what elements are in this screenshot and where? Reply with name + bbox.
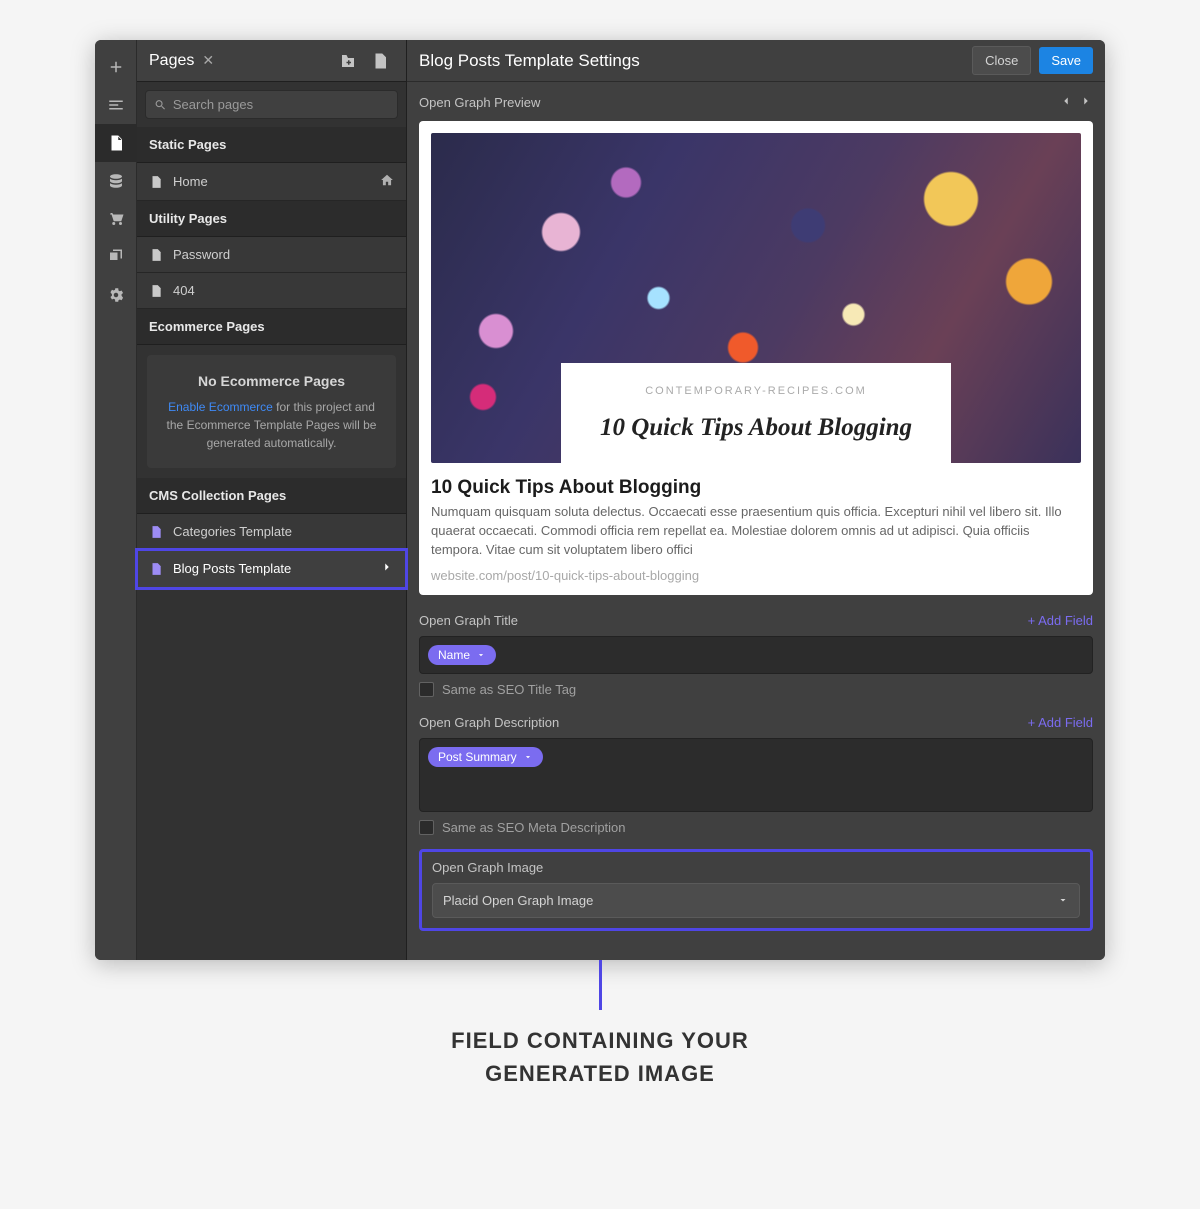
checkbox-icon[interactable] xyxy=(419,682,434,697)
chevron-right-icon xyxy=(380,560,394,577)
enable-ecommerce-link[interactable]: Enable Ecommerce xyxy=(168,400,273,414)
og-title-input[interactable]: Name xyxy=(419,636,1093,674)
app-window: Pages ✕ Static Pages Home Utility Pages … xyxy=(95,40,1105,960)
page-icon xyxy=(149,284,165,298)
og-preview-label: Open Graph Preview xyxy=(419,94,1093,111)
page-icon xyxy=(149,175,165,189)
og-image-field: Open Graph Image Placid Open Graph Image xyxy=(419,849,1093,931)
search-icon xyxy=(154,98,167,112)
page-label: 404 xyxy=(173,283,195,298)
og-description-input[interactable]: Post Summary xyxy=(419,738,1093,812)
og-title-field: Open Graph Title + Add Field Name Same a… xyxy=(419,613,1093,697)
page-label: Categories Template xyxy=(173,524,292,539)
close-button[interactable]: Close xyxy=(972,46,1031,75)
main-body: Open Graph Preview CONTEMPORARY-RECIPES.… xyxy=(407,82,1105,943)
icon-rail xyxy=(95,40,137,960)
og-description-label: Open Graph Description xyxy=(419,715,559,730)
search-input[interactable] xyxy=(173,97,389,112)
checkbox-icon[interactable] xyxy=(419,820,434,835)
page-404[interactable]: 404 xyxy=(137,273,406,309)
new-page-icon[interactable] xyxy=(366,47,394,75)
chevron-down-icon xyxy=(523,752,533,762)
page-password[interactable]: Password xyxy=(137,237,406,273)
rail-navigator-icon[interactable] xyxy=(95,86,137,124)
cms-page-icon xyxy=(149,562,165,576)
og-description-chip[interactable]: Post Summary xyxy=(428,747,543,767)
section-static: Static Pages xyxy=(137,127,406,163)
og-title-label: Open Graph Title xyxy=(419,613,518,628)
rail-database-icon[interactable] xyxy=(95,162,137,200)
og-description-field: Open Graph Description + Add Field Post … xyxy=(419,715,1093,835)
chevron-down-icon xyxy=(1057,894,1069,906)
rail-assets-icon[interactable] xyxy=(95,238,137,276)
page-icon xyxy=(149,248,165,262)
page-label: Password xyxy=(173,247,230,262)
rail-settings-icon[interactable] xyxy=(95,276,137,314)
prev-icon[interactable] xyxy=(1059,94,1073,111)
og-preview-url: website.com/post/10-quick-tips-about-blo… xyxy=(431,568,1081,583)
sidebar-header: Pages ✕ xyxy=(137,40,406,82)
ecommerce-empty: No Ecommerce Pages Enable Ecommerce for … xyxy=(147,355,396,468)
og-preview-card: CONTEMPORARY-RECIPES.COM 10 Quick Tips A… xyxy=(419,121,1093,595)
page-label: Blog Posts Template xyxy=(173,561,291,576)
close-icon[interactable]: ✕ xyxy=(202,52,214,69)
page-label: Home xyxy=(173,174,208,189)
pages-sidebar: Pages ✕ Static Pages Home Utility Pages … xyxy=(137,40,407,960)
chevron-down-icon xyxy=(476,650,486,660)
og-title-add-field[interactable]: + Add Field xyxy=(1028,613,1093,628)
rail-add-icon[interactable] xyxy=(95,48,137,86)
home-icon xyxy=(380,173,394,190)
sidebar-title: Pages xyxy=(149,52,194,70)
section-ecommerce: Ecommerce Pages xyxy=(137,309,406,345)
ecommerce-empty-title: No Ecommerce Pages xyxy=(159,371,384,392)
page-categories-template[interactable]: Categories Template xyxy=(137,514,406,550)
callout-text: FIELD CONTAINING YOUR GENERATED IMAGE xyxy=(95,1024,1105,1090)
og-title-same-as-seo[interactable]: Same as SEO Title Tag xyxy=(419,682,1093,697)
new-folder-icon[interactable] xyxy=(334,47,362,75)
save-button[interactable]: Save xyxy=(1039,47,1093,74)
callout: FIELD CONTAINING YOUR GENERATED IMAGE xyxy=(95,960,1105,1090)
og-preview-title: 10 Quick Tips About Blogging xyxy=(431,477,1081,499)
search-pages[interactable] xyxy=(145,90,398,119)
page-blog-posts-template[interactable]: Blog Posts Template xyxy=(137,550,406,588)
cms-page-icon xyxy=(149,525,165,539)
main-header: Blog Posts Template Settings Close Save xyxy=(407,40,1105,82)
og-title-chip[interactable]: Name xyxy=(428,645,496,665)
og-preview-inset: CONTEMPORARY-RECIPES.COM 10 Quick Tips A… xyxy=(561,363,951,463)
og-preview-headline: 10 Quick Tips About Blogging xyxy=(579,411,933,445)
page-home[interactable]: Home xyxy=(137,163,406,201)
og-preview-domain: CONTEMPORARY-RECIPES.COM xyxy=(579,385,933,397)
og-description-same-as-seo[interactable]: Same as SEO Meta Description xyxy=(419,820,1093,835)
section-utility: Utility Pages xyxy=(137,201,406,237)
section-cms: CMS Collection Pages xyxy=(137,478,406,514)
og-preview-description: Numquam quisquam soluta delectus. Occaec… xyxy=(431,503,1081,560)
rail-pages-icon[interactable] xyxy=(95,124,137,162)
next-icon[interactable] xyxy=(1079,94,1093,111)
rail-ecommerce-icon[interactable] xyxy=(95,200,137,238)
og-preview-image: CONTEMPORARY-RECIPES.COM 10 Quick Tips A… xyxy=(431,133,1081,463)
og-image-value: Placid Open Graph Image xyxy=(443,893,593,908)
search-wrap xyxy=(137,82,406,127)
og-image-label: Open Graph Image xyxy=(432,860,1080,875)
og-description-add-field[interactable]: + Add Field xyxy=(1028,715,1093,730)
main-panel: Blog Posts Template Settings Close Save … xyxy=(407,40,1105,960)
og-image-select[interactable]: Placid Open Graph Image xyxy=(432,883,1080,918)
main-title: Blog Posts Template Settings xyxy=(419,51,640,71)
callout-line xyxy=(599,960,602,1010)
